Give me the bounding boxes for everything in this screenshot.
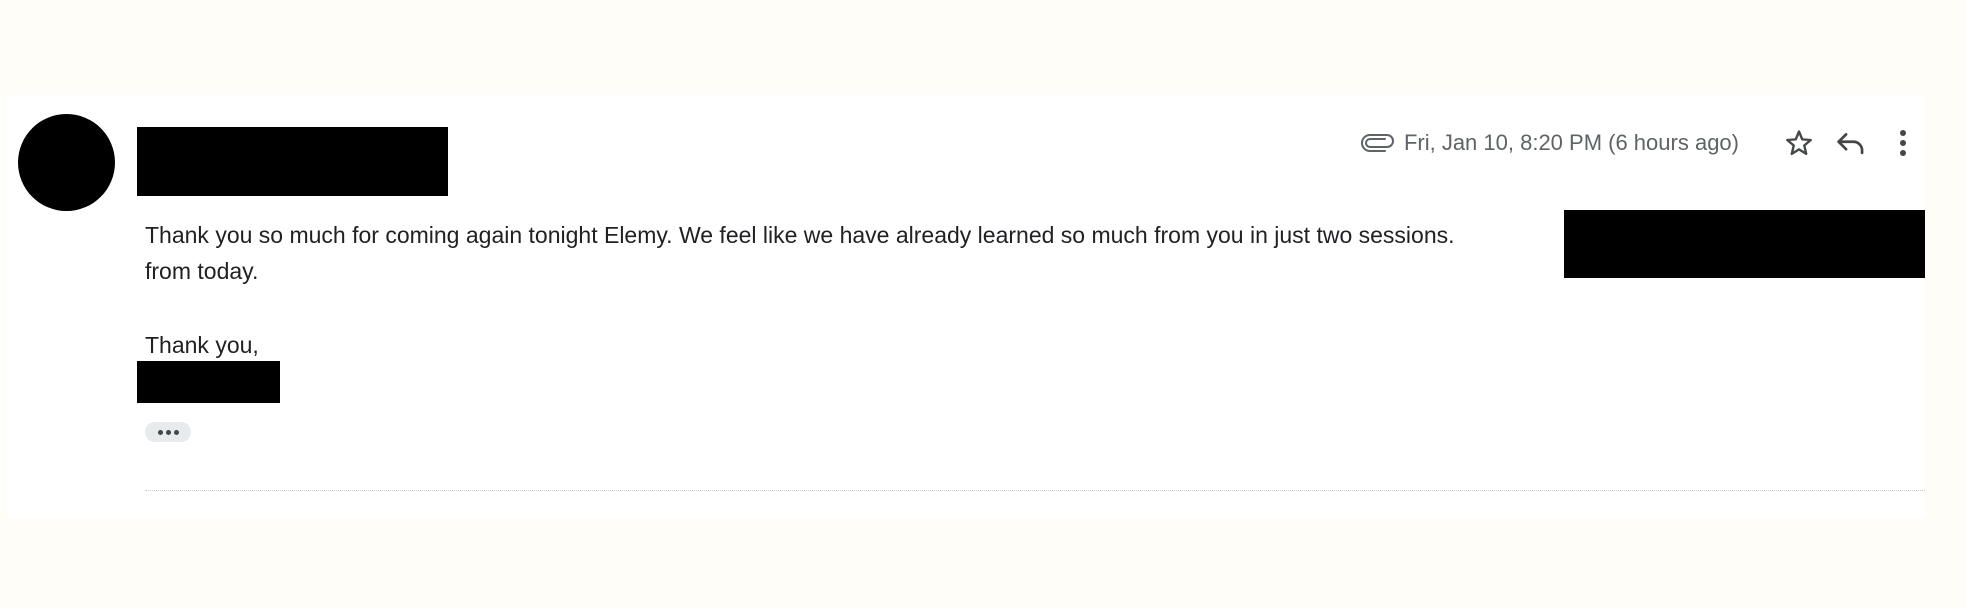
- show-trimmed-content-button[interactable]: [145, 422, 191, 442]
- message-meta: Fri, Jan 10, 8:20 PM (6 hours ago): [1360, 123, 1925, 163]
- message-date: Fri, Jan 10, 8:20 PM (6 hours ago): [1403, 130, 1739, 155]
- redacted-body-text: [1564, 210, 1925, 278]
- redacted-signature: [137, 361, 280, 403]
- reply-icon[interactable]: [1829, 121, 1873, 165]
- ellipsis-icon: [157, 429, 163, 435]
- message-closing: Thank you,: [145, 332, 259, 358]
- body-line-2: from today.: [145, 258, 259, 284]
- redacted-sender-name: [137, 127, 448, 196]
- message-divider: [145, 490, 1925, 491]
- paperclip-icon: [1360, 131, 1396, 155]
- message-body: Thank you so much for coming again tonig…: [145, 217, 1455, 289]
- sender-avatar[interactable]: [18, 114, 115, 211]
- star-icon[interactable]: [1777, 121, 1821, 165]
- more-vert-icon[interactable]: [1881, 121, 1925, 165]
- email-message: Fri, Jan 10, 8:20 PM (6 hours ago) Thank…: [7, 95, 1925, 518]
- body-line-1: Thank you so much for coming again tonig…: [145, 222, 1455, 248]
